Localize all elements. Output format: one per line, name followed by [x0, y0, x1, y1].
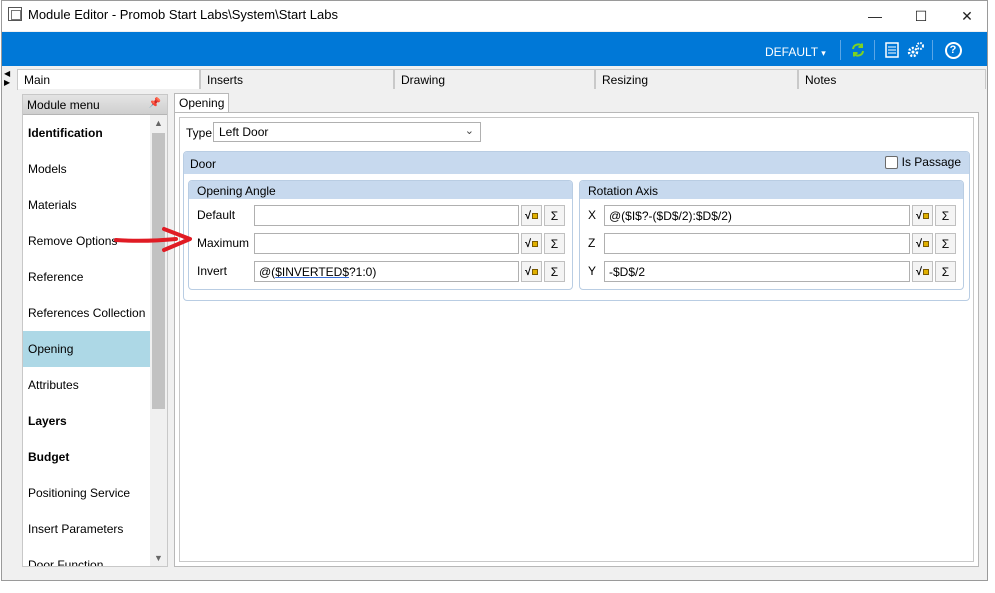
maximum-angle-input[interactable] [254, 233, 519, 254]
menu-item-references-collection[interactable]: References Collection [23, 295, 150, 331]
type-label: Type [186, 126, 213, 140]
help-icon[interactable]: ? [943, 40, 963, 60]
menu-item-budget[interactable]: Budget [23, 439, 150, 475]
z-label: Z [588, 236, 596, 250]
tab-opening[interactable]: Opening [174, 93, 230, 113]
sum-button[interactable]: Σ [935, 233, 956, 254]
opening-pane: Type Left Door ⌄ Door Is Passage Opening… [174, 112, 979, 567]
tab-notes[interactable]: Notes [798, 69, 986, 89]
close-button[interactable]: ✕ [944, 1, 987, 31]
sum-button[interactable]: Σ [935, 261, 956, 282]
scroll-down-icon[interactable]: ▼ [150, 550, 167, 566]
z-axis-input[interactable] [604, 233, 910, 254]
x-axis-input[interactable]: @($I$?-($D$/2):$D$/2) [604, 205, 910, 226]
door-group-header: Door Is Passage [184, 152, 969, 174]
rotation-axis-title: Rotation Axis [580, 181, 963, 199]
profile-label: DEFAULT [765, 45, 818, 59]
module-editor-window: Module Editor - Promob Start Labs\System… [1, 0, 988, 581]
toolbar-divider [874, 40, 875, 60]
module-menu-list: Identification Models Materials Remove O… [23, 115, 150, 566]
menu-item-models[interactable]: Models [23, 151, 150, 187]
is-passage-checkbox[interactable] [884, 155, 898, 169]
main-tab-strip: ◀ ▶ Main Inserts Drawing Resizing Notes [2, 69, 987, 90]
main-content: Module menu 📌 Identification Models Mate… [18, 89, 987, 579]
menu-item-positioning-service[interactable]: Positioning Service [23, 475, 150, 511]
opening-angle-group: Opening Angle Default √ Σ Maximum √ Σ In… [188, 180, 573, 290]
sum-button[interactable]: Σ [544, 261, 565, 282]
tab-main[interactable]: Main [17, 69, 200, 90]
is-passage-label: Is Passage [901, 155, 961, 169]
formula-editor-button[interactable]: √ [521, 261, 542, 282]
menu-item-reference[interactable]: Reference [23, 259, 150, 295]
invert-value-variable: $INVERTED$ [275, 265, 349, 279]
sum-button[interactable]: Σ [544, 205, 565, 226]
annotation-arrow-icon [114, 227, 192, 252]
app-icon [8, 7, 22, 21]
tab-drawing[interactable]: Drawing [394, 69, 595, 89]
invert-value-prefix: @( [259, 265, 276, 279]
module-menu-header: Module menu 📌 [23, 95, 167, 115]
top-toolbar: DEFAULT ▾ ? [2, 32, 987, 66]
invert-input[interactable]: @($INVERTED$?1:0) [254, 261, 519, 282]
menu-item-opening[interactable]: Opening [23, 331, 150, 367]
maximum-label: Maximum [197, 236, 250, 250]
tab-inserts[interactable]: Inserts [200, 69, 394, 89]
y-axis-input[interactable]: -$D$/2 [604, 261, 910, 282]
x-label: X [588, 208, 597, 222]
formula-editor-button[interactable]: √ [912, 233, 933, 254]
is-passage-option[interactable]: Is Passage [884, 155, 961, 169]
list-icon[interactable] [882, 40, 902, 60]
door-group: Door Is Passage Opening Angle Default √ … [183, 151, 970, 301]
refresh-icon[interactable] [848, 40, 868, 60]
opening-angle-title: Opening Angle [189, 181, 572, 199]
menu-item-identification[interactable]: Identification [23, 115, 150, 151]
pin-icon[interactable]: 📌 [149, 98, 161, 109]
profile-dropdown[interactable]: DEFAULT ▾ [765, 45, 826, 59]
formula-editor-button[interactable]: √ [521, 205, 542, 226]
tab-resizing[interactable]: Resizing [595, 69, 798, 89]
formula-editor-button[interactable]: √ [912, 205, 933, 226]
menu-item-insert-parameters[interactable]: Insert Parameters [23, 511, 150, 547]
module-menu: Module menu 📌 Identification Models Mate… [22, 94, 168, 567]
toolbar-divider [932, 40, 933, 60]
menu-scrollbar[interactable]: ▲ ▼ [150, 115, 167, 566]
menu-item-door-function[interactable]: Door Function [23, 547, 150, 566]
rotation-axis-group: Rotation Axis X @($I$?-($D$/2):$D$/2) √ … [579, 180, 964, 290]
type-select[interactable]: Left Door ⌄ [213, 122, 481, 142]
menu-item-materials[interactable]: Materials [23, 187, 150, 223]
default-label: Default [197, 208, 236, 222]
invert-label: Invert [197, 264, 228, 278]
type-select-value: Left Door [219, 125, 269, 139]
settings-icon[interactable] [906, 40, 926, 60]
toolbar-divider [840, 40, 841, 60]
opening-panel: Type Left Door ⌄ Door Is Passage Opening… [179, 117, 974, 562]
door-group-title: Door [190, 157, 217, 171]
window-title: Module Editor - Promob Start Labs\System… [28, 7, 338, 22]
sum-button[interactable]: Σ [935, 205, 956, 226]
maximize-button[interactable]: ☐ [898, 1, 944, 31]
chevron-down-icon: ⌄ [464, 125, 474, 137]
minimize-button[interactable]: — [852, 1, 898, 31]
module-menu-title: Module menu [27, 98, 100, 112]
sum-button[interactable]: Σ [544, 233, 565, 254]
default-angle-input[interactable] [254, 205, 519, 226]
invert-value-suffix: ?1:0) [349, 265, 377, 279]
formula-editor-button[interactable]: √ [521, 233, 542, 254]
menu-item-layers[interactable]: Layers [23, 403, 150, 439]
y-label: Y [588, 264, 597, 278]
chevron-down-icon: ▾ [821, 48, 826, 58]
collapse-panel-arrows-icon[interactable]: ◀ ▶ [4, 69, 16, 89]
title-bar: Module Editor - Promob Start Labs\System… [2, 1, 987, 31]
menu-item-attributes[interactable]: Attributes [23, 367, 150, 403]
scrollbar-thumb[interactable] [152, 133, 165, 409]
formula-editor-button[interactable]: √ [912, 261, 933, 282]
scroll-up-icon[interactable]: ▲ [150, 115, 167, 131]
help-glyph: ? [944, 41, 962, 59]
